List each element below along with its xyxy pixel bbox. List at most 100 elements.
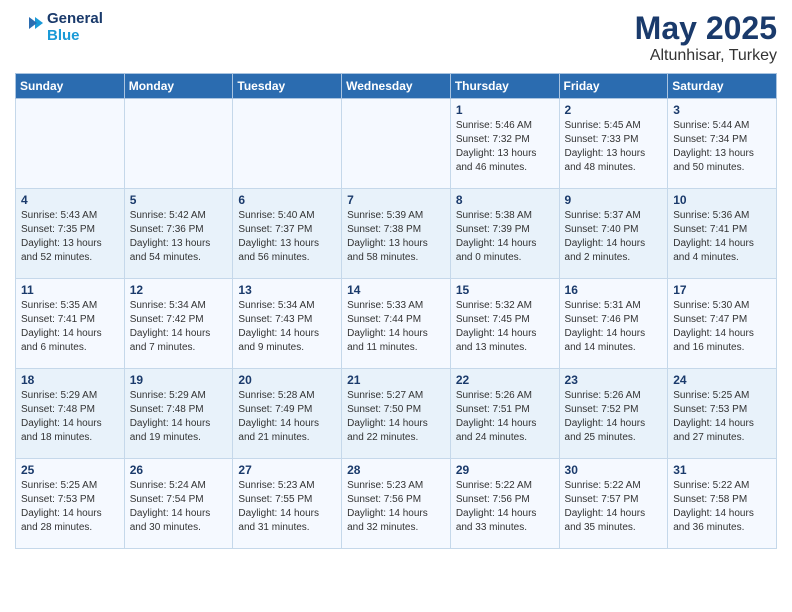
- calendar-cell: 14 Sunrise: 5:33 AM Sunset: 7:44 PM Dayli…: [342, 279, 451, 369]
- calendar-cell: 18Sunrise: 5:29 AM Sunset: 7:48 PM Dayli…: [16, 369, 125, 459]
- day-number: 16: [565, 283, 664, 297]
- day-info: Sunrise: 5:25 AM Sunset: 7:53 PM Dayligh…: [21, 479, 120, 535]
- day-info: Sunrise: 5:42 AM Sunset: 7:36 PM Dayligh…: [130, 209, 229, 265]
- calendar-cell: 2 Sunrise: 5:45 AM Sunset: 7:33 PM Daylig…: [559, 99, 668, 189]
- day-info: Sunrise: 5:33 AM Sunset: 7:44 PM Dayligh…: [347, 299, 446, 355]
- day-info: Sunrise: 5:45 AM Sunset: 7:33 PM Dayligh…: [565, 119, 664, 175]
- title-block: May 2025 Altunhisar, Turkey: [635, 10, 777, 65]
- day-number: 31: [673, 463, 772, 477]
- day-info: Sunrise: 5:25 AM Sunset: 7:53 PM Dayligh…: [673, 389, 772, 445]
- header-wednesday: Wednesday: [342, 74, 451, 99]
- day-number: 8: [456, 193, 555, 207]
- header-monday: Monday: [124, 74, 233, 99]
- calendar-cell: 31 Sunrise: 5:22 AM Sunset: 7:58 PM Dayli…: [668, 459, 777, 549]
- calendar-table: SundayMondayTuesdayWednesdayThursdayFrid…: [15, 73, 777, 549]
- day-number: 9: [565, 193, 664, 207]
- day-info: Sunrise: 5:23 AM Sunset: 7:56 PM Dayligh…: [347, 479, 446, 535]
- day-number: 26: [130, 463, 229, 477]
- calendar-cell: 24 Sunrise: 5:25 AM Sunset: 7:53 PM Dayli…: [668, 369, 777, 459]
- day-info: Sunrise: 5:26 AM Sunset: 7:51 PM Dayligh…: [456, 389, 555, 445]
- day-number: 19: [130, 373, 229, 387]
- calendar-cell: 28 Sunrise: 5:23 AM Sunset: 7:56 PM Dayli…: [342, 459, 451, 549]
- logo: General Blue: [15, 10, 103, 44]
- calendar-cell: [342, 99, 451, 189]
- day-info: Sunrise: 5:26 AM Sunset: 7:52 PM Dayligh…: [565, 389, 664, 445]
- calendar-cell: 9Sunrise: 5:37 AM Sunset: 7:40 PM Daylig…: [559, 189, 668, 279]
- day-info: Sunrise: 5:34 AM Sunset: 7:42 PM Dayligh…: [130, 299, 229, 355]
- day-number: 12: [130, 283, 229, 297]
- day-number: 2: [565, 103, 664, 117]
- day-number: 29: [456, 463, 555, 477]
- day-number: 17: [673, 283, 772, 297]
- day-number: 7: [347, 193, 446, 207]
- day-number: 10: [673, 193, 772, 207]
- day-info: Sunrise: 5:43 AM Sunset: 7:35 PM Dayligh…: [21, 209, 120, 265]
- header-saturday: Saturday: [668, 74, 777, 99]
- week-row-1: 4 Sunrise: 5:43 AM Sunset: 7:35 PM Daylig…: [16, 189, 777, 279]
- day-info: Sunrise: 5:23 AM Sunset: 7:55 PM Dayligh…: [238, 479, 337, 535]
- week-row-3: 18Sunrise: 5:29 AM Sunset: 7:48 PM Dayli…: [16, 369, 777, 459]
- day-number: 14: [347, 283, 446, 297]
- month-title: May 2025: [635, 10, 777, 47]
- day-number: 21: [347, 373, 446, 387]
- day-number: 13: [238, 283, 337, 297]
- day-info: Sunrise: 5:38 AM Sunset: 7:39 PM Dayligh…: [456, 209, 555, 265]
- calendar-cell: 21 Sunrise: 5:27 AM Sunset: 7:50 PM Dayli…: [342, 369, 451, 459]
- day-info: Sunrise: 5:39 AM Sunset: 7:38 PM Dayligh…: [347, 209, 446, 265]
- header-sunday: Sunday: [16, 74, 125, 99]
- header-friday: Friday: [559, 74, 668, 99]
- day-number: 22: [456, 373, 555, 387]
- day-number: 15: [456, 283, 555, 297]
- calendar-cell: 6 Sunrise: 5:40 AM Sunset: 7:37 PM Daylig…: [233, 189, 342, 279]
- calendar-cell: [16, 99, 125, 189]
- day-info: Sunrise: 5:29 AM Sunset: 7:48 PM Dayligh…: [130, 389, 229, 445]
- day-info: Sunrise: 5:27 AM Sunset: 7:50 PM Dayligh…: [347, 389, 446, 445]
- day-info: Sunrise: 5:22 AM Sunset: 7:57 PM Dayligh…: [565, 479, 664, 535]
- day-number: 24: [673, 373, 772, 387]
- logo-icon: [15, 13, 43, 41]
- calendar-cell: 11Sunrise: 5:35 AM Sunset: 7:41 PM Dayli…: [16, 279, 125, 369]
- day-info: Sunrise: 5:34 AM Sunset: 7:43 PM Dayligh…: [238, 299, 337, 355]
- day-info: Sunrise: 5:29 AM Sunset: 7:48 PM Dayligh…: [21, 389, 120, 445]
- day-number: 30: [565, 463, 664, 477]
- day-number: 28: [347, 463, 446, 477]
- calendar-cell: 20Sunrise: 5:28 AM Sunset: 7:49 PM Dayli…: [233, 369, 342, 459]
- calendar-cell: [233, 99, 342, 189]
- week-row-2: 11Sunrise: 5:35 AM Sunset: 7:41 PM Dayli…: [16, 279, 777, 369]
- day-info: Sunrise: 5:22 AM Sunset: 7:58 PM Dayligh…: [673, 479, 772, 535]
- calendar-cell: 12 Sunrise: 5:34 AM Sunset: 7:42 PM Dayli…: [124, 279, 233, 369]
- day-info: Sunrise: 5:30 AM Sunset: 7:47 PM Dayligh…: [673, 299, 772, 355]
- day-number: 23: [565, 373, 664, 387]
- day-info: Sunrise: 5:22 AM Sunset: 7:56 PM Dayligh…: [456, 479, 555, 535]
- day-number: 6: [238, 193, 337, 207]
- day-info: Sunrise: 5:40 AM Sunset: 7:37 PM Dayligh…: [238, 209, 337, 265]
- page-header: General Blue May 2025 Altunhisar, Turkey: [15, 10, 777, 65]
- day-number: 4: [21, 193, 120, 207]
- day-number: 11: [21, 283, 120, 297]
- day-number: 27: [238, 463, 337, 477]
- calendar-cell: 25Sunrise: 5:25 AM Sunset: 7:53 PM Dayli…: [16, 459, 125, 549]
- calendar-header-row: SundayMondayTuesdayWednesdayThursdayFrid…: [16, 74, 777, 99]
- calendar-cell: 3 Sunrise: 5:44 AM Sunset: 7:34 PM Daylig…: [668, 99, 777, 189]
- calendar-cell: 19 Sunrise: 5:29 AM Sunset: 7:48 PM Dayli…: [124, 369, 233, 459]
- calendar-cell: 8 Sunrise: 5:38 AM Sunset: 7:39 PM Daylig…: [450, 189, 559, 279]
- day-number: 5: [130, 193, 229, 207]
- calendar-cell: 7 Sunrise: 5:39 AM Sunset: 7:38 PM Daylig…: [342, 189, 451, 279]
- calendar-cell: 16 Sunrise: 5:31 AM Sunset: 7:46 PM Dayli…: [559, 279, 668, 369]
- calendar-body: 1 Sunrise: 5:46 AM Sunset: 7:32 PM Daylig…: [16, 99, 777, 549]
- day-number: 20: [238, 373, 337, 387]
- day-info: Sunrise: 5:44 AM Sunset: 7:34 PM Dayligh…: [673, 119, 772, 175]
- logo-text: General Blue: [47, 10, 103, 44]
- day-info: Sunrise: 5:36 AM Sunset: 7:41 PM Dayligh…: [673, 209, 772, 265]
- day-info: Sunrise: 5:31 AM Sunset: 7:46 PM Dayligh…: [565, 299, 664, 355]
- calendar-cell: 15 Sunrise: 5:32 AM Sunset: 7:45 PM Dayli…: [450, 279, 559, 369]
- day-info: Sunrise: 5:46 AM Sunset: 7:32 PM Dayligh…: [456, 119, 555, 175]
- calendar-cell: [124, 99, 233, 189]
- calendar-cell: 4 Sunrise: 5:43 AM Sunset: 7:35 PM Daylig…: [16, 189, 125, 279]
- calendar-cell: 27 Sunrise: 5:23 AM Sunset: 7:55 PM Dayli…: [233, 459, 342, 549]
- day-number: 3: [673, 103, 772, 117]
- calendar-cell: 10 Sunrise: 5:36 AM Sunset: 7:41 PM Dayli…: [668, 189, 777, 279]
- day-info: Sunrise: 5:32 AM Sunset: 7:45 PM Dayligh…: [456, 299, 555, 355]
- day-number: 1: [456, 103, 555, 117]
- day-info: Sunrise: 5:24 AM Sunset: 7:54 PM Dayligh…: [130, 479, 229, 535]
